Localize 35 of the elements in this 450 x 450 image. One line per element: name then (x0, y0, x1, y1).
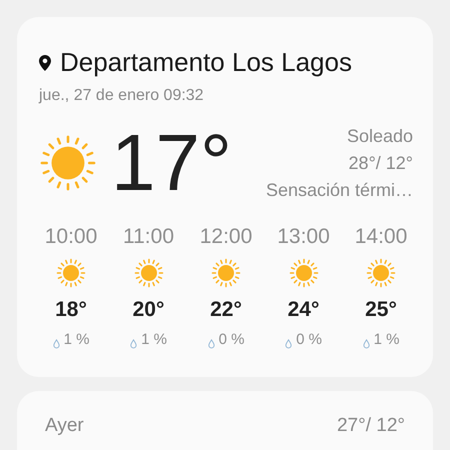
hour-temperature: 22° (210, 298, 242, 322)
precipitation-chance: 1 % (374, 331, 400, 348)
water-drop-icon (208, 339, 215, 349)
hour-temperature: 20° (132, 298, 164, 322)
date-time: jue., 27 de enero 09:32 (39, 87, 205, 105)
water-drop-icon (130, 339, 138, 349)
hour-temperature: 25° (365, 298, 397, 322)
current-temperature: 17° (111, 123, 232, 203)
feels-like-text: Sensación térmi… (266, 180, 413, 200)
sun-icon (211, 258, 241, 288)
sun-icon (134, 258, 164, 288)
high-low-temperature: 27°/ 12° (336, 415, 405, 437)
sun-icon (366, 258, 396, 288)
location-name: Departamento Los Lagos (60, 47, 352, 78)
precipitation-chance: 1 % (141, 331, 167, 348)
hour-time: 12:00 (200, 225, 252, 249)
water-drop-icon (52, 339, 60, 349)
hour-time: 10:00 (44, 225, 98, 249)
precipitation-chance: 0 % (296, 331, 322, 348)
hour-time: 11:00 (123, 225, 174, 249)
location-pin-icon (39, 54, 51, 70)
precipitation-chance: 1 % (64, 331, 90, 348)
condition-text: Soleado (346, 126, 413, 146)
hour-time: 14:00 (354, 225, 408, 249)
day-label: Ayer (45, 415, 84, 437)
hour-time: 13:00 (277, 225, 330, 249)
hour-temperature: 18° (55, 298, 87, 322)
high-low-temperature: 28°/ 12° (348, 152, 413, 174)
water-drop-icon (362, 339, 370, 349)
hour-temperature: 24° (288, 298, 320, 322)
water-drop-icon (285, 339, 292, 349)
sun-icon (39, 134, 97, 192)
sun-icon (288, 258, 318, 288)
sun-icon (56, 258, 86, 288)
precipitation-chance: 0 % (218, 331, 244, 348)
